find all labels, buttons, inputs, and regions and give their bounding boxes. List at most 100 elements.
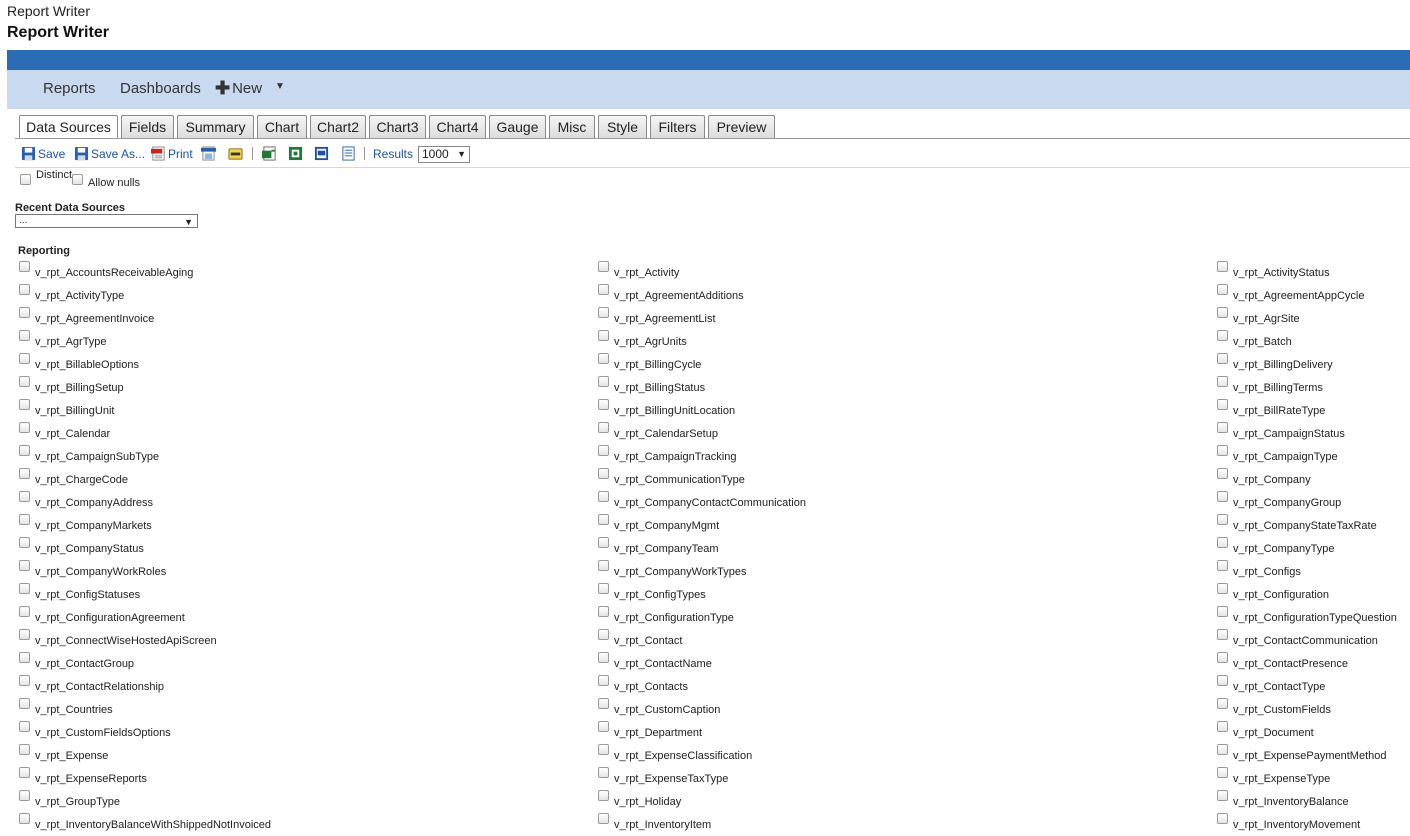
data-source-checkbox[interactable] bbox=[19, 491, 30, 502]
data-source-checkbox[interactable] bbox=[598, 606, 609, 617]
export-xml-button[interactable] bbox=[341, 146, 358, 161]
data-source-checkbox[interactable] bbox=[598, 491, 609, 502]
tab-summary[interactable]: Summary bbox=[177, 115, 254, 138]
tab-chart2[interactable]: Chart2 bbox=[310, 115, 366, 138]
data-source-checkbox[interactable] bbox=[19, 422, 30, 433]
data-source-checkbox[interactable] bbox=[19, 330, 30, 341]
data-source-checkbox[interactable] bbox=[19, 376, 30, 387]
data-source-checkbox[interactable] bbox=[1217, 514, 1228, 525]
data-source-checkbox[interactable] bbox=[598, 744, 609, 755]
data-source-checkbox[interactable] bbox=[598, 307, 609, 318]
data-source-checkbox[interactable] bbox=[1217, 376, 1228, 387]
data-source-checkbox[interactable] bbox=[1217, 307, 1228, 318]
data-source-checkbox[interactable] bbox=[1217, 721, 1228, 732]
data-source-checkbox[interactable] bbox=[1217, 284, 1228, 295]
data-source-checkbox[interactable] bbox=[19, 813, 30, 824]
data-source-checkbox[interactable] bbox=[598, 652, 609, 663]
results-select[interactable]: 1000 ▼ bbox=[418, 146, 470, 163]
export-word-button[interactable] bbox=[314, 146, 331, 161]
tab-chart4[interactable]: Chart4 bbox=[429, 115, 486, 138]
data-source-checkbox[interactable] bbox=[1217, 330, 1228, 341]
tab-fields[interactable]: Fields bbox=[121, 115, 174, 138]
tab-gauge[interactable]: Gauge bbox=[489, 115, 546, 138]
data-source-checkbox[interactable] bbox=[19, 261, 30, 272]
data-source-checkbox[interactable] bbox=[598, 399, 609, 410]
export-html-button[interactable] bbox=[201, 146, 218, 161]
allow-nulls-checkbox[interactable] bbox=[72, 174, 83, 185]
tab-filters[interactable]: Filters bbox=[650, 115, 705, 138]
data-source-checkbox[interactable] bbox=[1217, 422, 1228, 433]
data-source-checkbox[interactable] bbox=[598, 790, 609, 801]
data-source-checkbox[interactable] bbox=[19, 698, 30, 709]
data-source-checkbox[interactable] bbox=[598, 560, 609, 571]
export-csv-button[interactable] bbox=[262, 146, 279, 161]
data-source-checkbox[interactable] bbox=[19, 721, 30, 732]
data-source-checkbox[interactable] bbox=[598, 514, 609, 525]
data-source-checkbox[interactable] bbox=[598, 422, 609, 433]
recent-data-sources-select[interactable]: ... ▼ bbox=[15, 214, 198, 228]
tab-chart3[interactable]: Chart3 bbox=[369, 115, 426, 138]
data-source-checkbox[interactable] bbox=[598, 353, 609, 364]
data-source-checkbox[interactable] bbox=[1217, 744, 1228, 755]
data-source-checkbox[interactable] bbox=[1217, 652, 1228, 663]
data-source-checkbox[interactable] bbox=[1217, 698, 1228, 709]
data-source-checkbox[interactable] bbox=[598, 537, 609, 548]
data-source-checkbox[interactable] bbox=[598, 468, 609, 479]
save-as-button[interactable]: Save As... bbox=[74, 146, 145, 161]
nav-reports-link[interactable]: Reports bbox=[43, 80, 96, 97]
data-source-checkbox[interactable] bbox=[1217, 675, 1228, 686]
tab-style[interactable]: Style bbox=[598, 115, 647, 138]
data-source-checkbox[interactable] bbox=[19, 652, 30, 663]
data-source-checkbox[interactable] bbox=[19, 284, 30, 295]
data-source-checkbox[interactable] bbox=[598, 583, 609, 594]
data-source-checkbox[interactable] bbox=[1217, 399, 1228, 410]
data-source-checkbox[interactable] bbox=[19, 445, 30, 456]
data-source-checkbox[interactable] bbox=[19, 353, 30, 364]
data-source-checkbox[interactable] bbox=[1217, 583, 1228, 594]
data-source-checkbox[interactable] bbox=[19, 560, 30, 571]
data-source-checkbox[interactable] bbox=[19, 583, 30, 594]
data-source-checkbox[interactable] bbox=[1217, 491, 1228, 502]
sql-button[interactable] bbox=[228, 146, 245, 161]
data-source-checkbox[interactable] bbox=[598, 721, 609, 732]
tab-misc[interactable]: Misc bbox=[549, 115, 595, 138]
data-source-checkbox[interactable] bbox=[598, 261, 609, 272]
data-source-checkbox[interactable] bbox=[598, 376, 609, 387]
data-source-checkbox[interactable] bbox=[1217, 353, 1228, 364]
data-source-checkbox[interactable] bbox=[1217, 261, 1228, 272]
data-source-checkbox[interactable] bbox=[598, 629, 609, 640]
distinct-checkbox[interactable] bbox=[20, 174, 31, 185]
tab-chart[interactable]: Chart bbox=[257, 115, 307, 138]
data-source-checkbox[interactable] bbox=[19, 399, 30, 410]
data-source-checkbox[interactable] bbox=[1217, 560, 1228, 571]
data-source-checkbox[interactable] bbox=[1217, 537, 1228, 548]
data-source-checkbox[interactable] bbox=[19, 629, 30, 640]
print-button[interactable]: Print bbox=[151, 146, 193, 161]
data-source-checkbox[interactable] bbox=[598, 698, 609, 709]
data-source-checkbox[interactable] bbox=[19, 606, 30, 617]
chevron-down-icon[interactable]: ▼ bbox=[275, 81, 285, 92]
tab-data-sources[interactable]: Data Sources bbox=[19, 115, 118, 139]
data-source-checkbox[interactable] bbox=[19, 744, 30, 755]
data-source-checkbox[interactable] bbox=[598, 813, 609, 824]
data-source-checkbox[interactable] bbox=[19, 675, 30, 686]
data-source-checkbox[interactable] bbox=[19, 767, 30, 778]
data-source-checkbox[interactable] bbox=[19, 514, 30, 525]
data-source-checkbox[interactable] bbox=[1217, 606, 1228, 617]
data-source-checkbox[interactable] bbox=[1217, 790, 1228, 801]
data-source-checkbox[interactable] bbox=[1217, 813, 1228, 824]
data-source-checkbox[interactable] bbox=[598, 445, 609, 456]
nav-new-button[interactable]: ✚ New bbox=[215, 78, 262, 99]
data-source-checkbox[interactable] bbox=[19, 790, 30, 801]
data-source-checkbox[interactable] bbox=[598, 284, 609, 295]
save-button[interactable]: Save bbox=[21, 146, 65, 161]
data-source-checkbox[interactable] bbox=[1217, 445, 1228, 456]
data-source-checkbox[interactable] bbox=[598, 675, 609, 686]
data-source-checkbox[interactable] bbox=[19, 537, 30, 548]
data-source-checkbox[interactable] bbox=[1217, 468, 1228, 479]
data-source-checkbox[interactable] bbox=[598, 330, 609, 341]
data-source-checkbox[interactable] bbox=[1217, 767, 1228, 778]
nav-dashboards-link[interactable]: Dashboards bbox=[120, 80, 201, 97]
export-excel-button[interactable] bbox=[288, 146, 305, 161]
data-source-checkbox[interactable] bbox=[1217, 629, 1228, 640]
